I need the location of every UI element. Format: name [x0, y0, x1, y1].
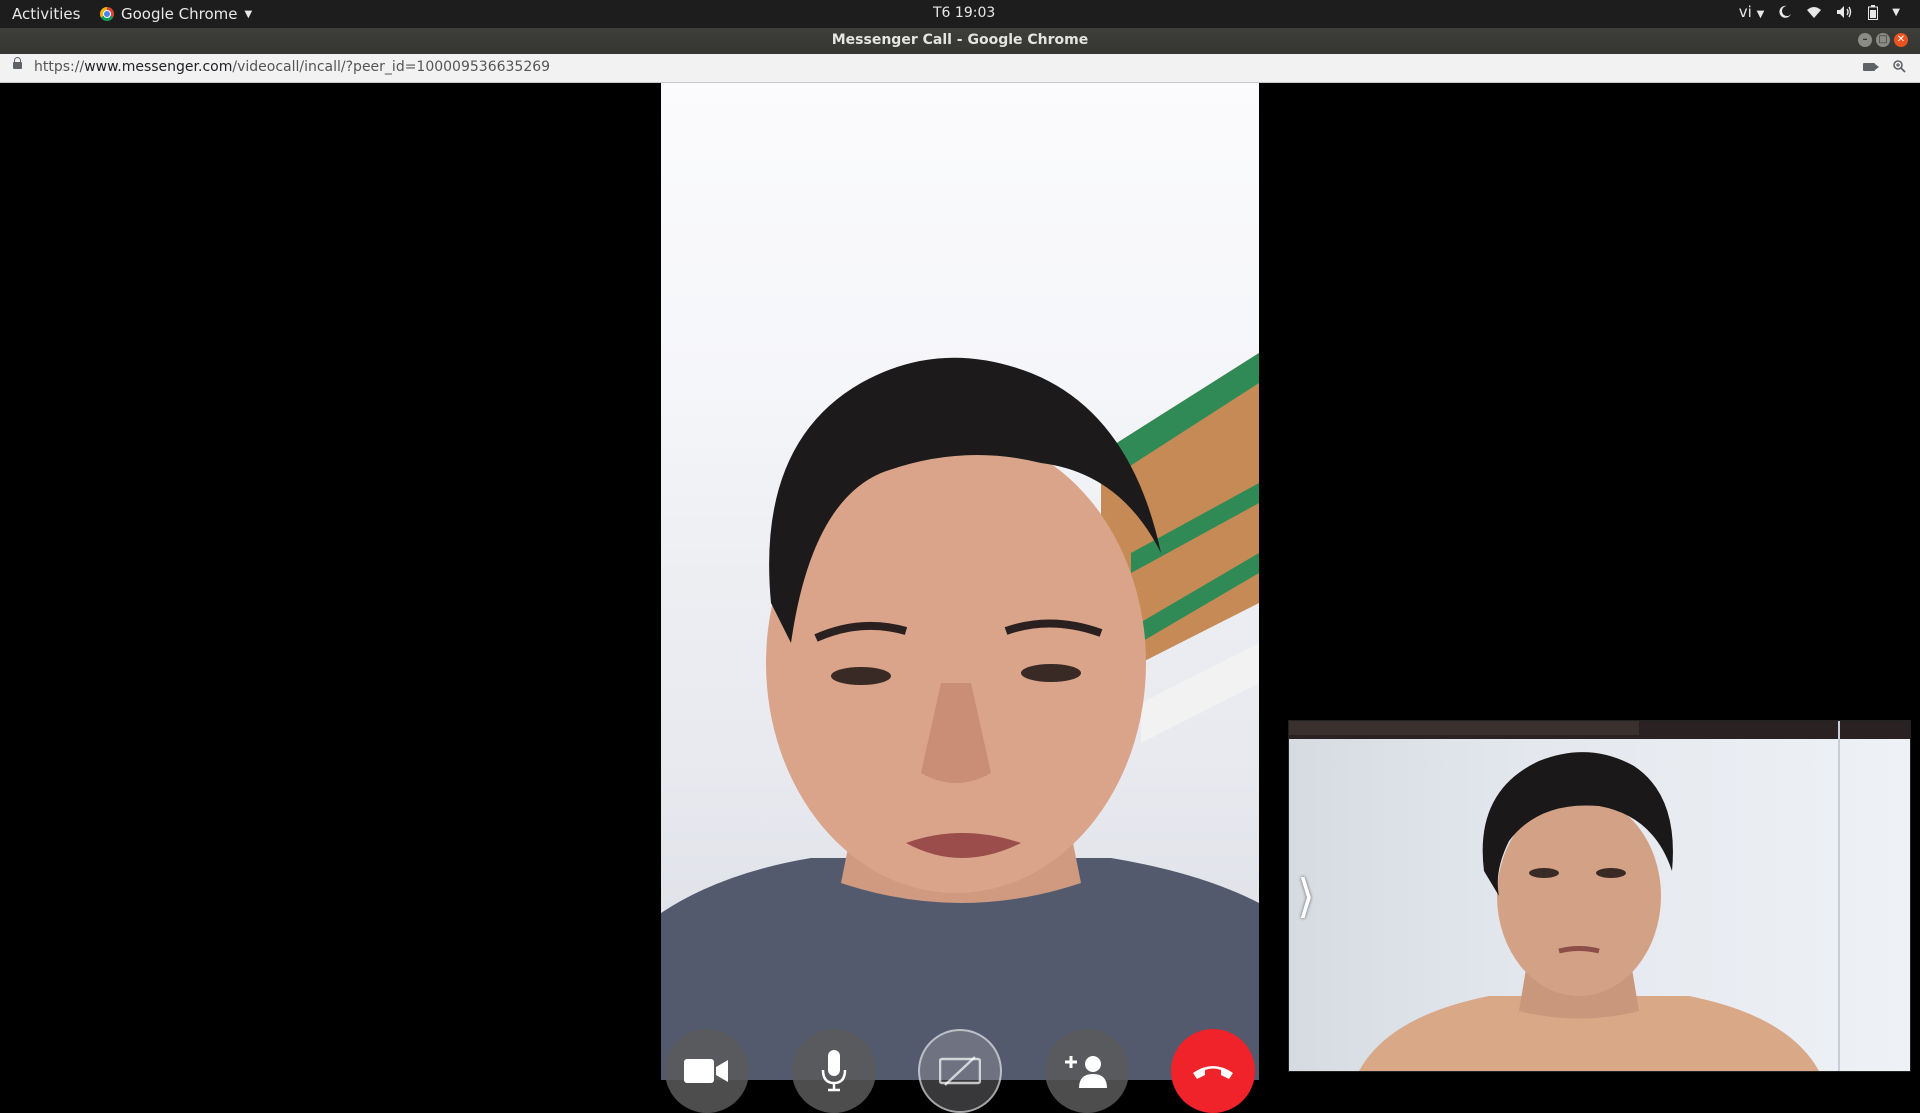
input-method-indicator[interactable]: vi ▼ [1739, 3, 1765, 21]
camera-in-use-icon[interactable] [1863, 63, 1879, 71]
clock[interactable]: T6 19:03 [933, 5, 995, 21]
collapse-preview-icon[interactable]: ⟩ [1297, 871, 1315, 921]
video-camera-icon [684, 1059, 728, 1083]
add-person-icon [1064, 1056, 1107, 1088]
app-menu[interactable]: Google Chrome ▼ [100, 5, 252, 23]
chrome-logo-icon [100, 7, 114, 21]
window-title: Messenger Call - Google Chrome [831, 32, 1089, 48]
address-bar-actions [1863, 60, 1906, 73]
screen-share-off-icon [939, 1056, 981, 1086]
screen-share-button[interactable] [918, 1029, 1002, 1113]
caret-down-icon: ▼ [1756, 9, 1765, 20]
microphone-icon [821, 1050, 846, 1092]
remote-participant-video-image [661, 353, 1259, 1080]
local-participant-video-image [1289, 721, 1910, 1071]
system-tray[interactable]: vi ▼ ▼ [1739, 3, 1900, 21]
call-controls [665, 1029, 1255, 1113]
system-top-bar: Activities Google Chrome ▼ T6 19:03 vi ▼… [0, 0, 1920, 28]
url-scheme: https:// [34, 59, 85, 75]
remote-video-feed [661, 83, 1259, 1080]
app-menu-label: Google Chrome [121, 5, 238, 23]
system-menu-caret-icon[interactable]: ▼ [1892, 7, 1900, 18]
end-call-button[interactable] [1171, 1029, 1255, 1113]
input-method-label: vi [1738, 3, 1752, 21]
lock-icon[interactable] [13, 57, 22, 69]
caret-down-icon: ▼ [244, 8, 253, 20]
battery-icon [1868, 4, 1879, 20]
minimize-icon[interactable]: – [1858, 33, 1872, 47]
maximize-icon[interactable]: □ [1876, 33, 1890, 47]
hang-up-icon [1193, 1066, 1233, 1079]
close-icon[interactable]: ✕ [1894, 33, 1908, 47]
address-bar[interactable]: https://www.messenger.com/videocall/inca… [0, 54, 1920, 83]
activities-button[interactable]: Activities [12, 5, 80, 23]
window-title-bar[interactable]: Messenger Call - Google Chrome – □ ✕ [0, 28, 1920, 54]
window-controls: – □ ✕ [1858, 33, 1908, 47]
url-host: www.messenger.com [84, 59, 233, 75]
volume-icon [1837, 6, 1852, 18]
microphone-toggle-button[interactable] [791, 1029, 876, 1113]
wifi-icon [1807, 7, 1822, 18]
add-participant-button[interactable] [1044, 1029, 1129, 1113]
local-video-preview[interactable]: ⟩ [1288, 720, 1911, 1072]
video-call-area: ⟩ [0, 83, 1920, 1113]
night-light-icon [1779, 5, 1792, 18]
url-path: /videocall/incall/?peer_id=1000095366352… [232, 59, 551, 75]
camera-toggle-button[interactable] [665, 1029, 749, 1113]
zoom-icon[interactable] [1893, 60, 1906, 73]
url-text[interactable]: https://www.messenger.com/videocall/inca… [34, 59, 550, 75]
